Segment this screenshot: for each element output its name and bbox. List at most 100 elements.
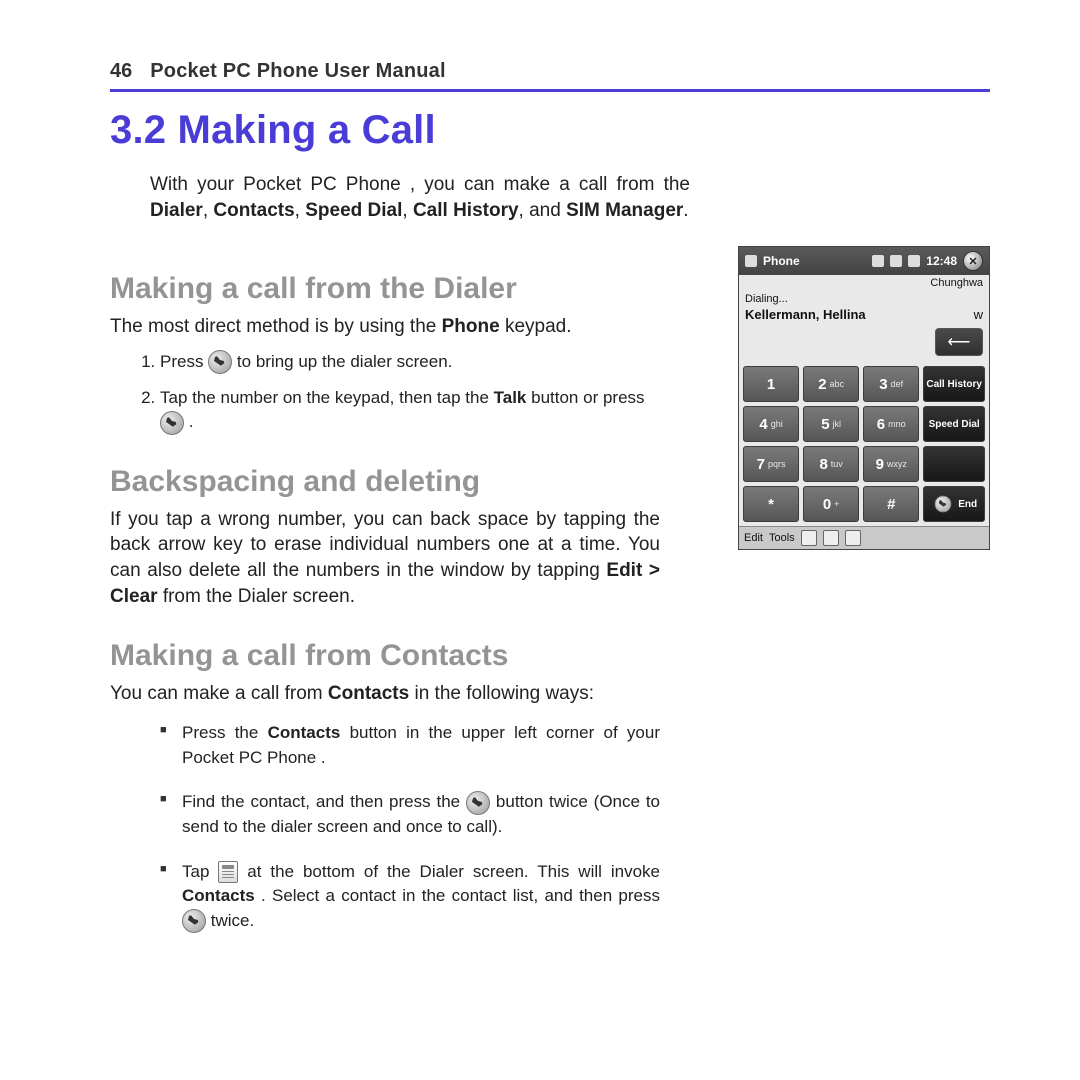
keypad-key: 1 [743,366,799,402]
running-title: Pocket PC Phone User Manual [150,60,445,83]
keypad-key: 5jkl [803,406,859,442]
phone-screenshot: Phone 12:48 ✕ Chunghwa Dialing... Keller… [738,246,990,550]
backspace-para: If you tap a wrong number, you can back … [110,507,660,610]
intro-text: With your Pocket PC Phone , you can make… [150,174,690,195]
sep: , [295,200,306,221]
bottombar-icon [801,530,817,546]
key-letters: mno [888,419,906,429]
sync-icon [890,255,902,267]
text: Find the contact, and then press the [182,792,466,811]
text: twice. [211,911,254,930]
key-digit: 8 [819,456,827,473]
running-header: 46 Pocket PC Phone User Manual [110,60,990,83]
contacts-para: You can make a call from Contacts in the… [110,681,660,707]
subhead-backspace: Backspacing and deleting [110,465,712,499]
keypad-key: 0+ [803,486,859,522]
sep: , [402,200,413,221]
bold-contacts: Contacts [328,683,409,704]
section-number: 3.2 [110,108,166,152]
keypad-key: 4 ghi [743,406,799,442]
section-title: Making a Call [178,108,436,152]
keypad-key: 9wxyz [863,446,919,482]
keypad-key: 8 tuv [803,446,859,482]
intro-bold-dialer: Dialer [150,200,203,221]
menu-edit: Edit [744,532,763,544]
text: . [189,412,194,431]
key-letters: def [891,379,904,389]
phone-bottombar: Edit Tools [739,526,989,549]
key-letters: pqrs [768,459,786,469]
keypad-side-button [923,446,985,482]
talk-button-icon [466,791,490,815]
talk-button-icon [182,909,206,933]
key-label: Speed Dial [929,419,980,430]
intro-bold-sim: SIM Manager [566,200,683,221]
text: in the following ways: [414,683,594,704]
section-heading: 3.2 Making a Call [110,108,990,153]
keypad-key: 6mno [863,406,919,442]
keypad-side-button: Speed Dial [923,406,985,442]
phone-app-title: Phone [763,254,800,268]
subhead-contacts: Making a call from Contacts [110,639,712,673]
talk-button-icon [208,350,232,374]
text: button or press [531,388,644,407]
keypad-key: 3 def [863,366,919,402]
text: Press the [182,723,268,742]
key-label: End [958,499,977,510]
keypad-key: * [743,486,799,522]
dialer-para: The most direct method is by using the P… [110,314,660,340]
close-icon: ✕ [963,251,983,271]
key-letters: wxyz [887,459,907,469]
key-letters: abc [830,379,845,389]
key-letters: tuv [831,459,843,469]
start-icon [745,255,757,267]
keypad-key: 2 abc [803,366,859,402]
keypad-key: 7pqrs [743,446,799,482]
keypad-key: # [863,486,919,522]
sep: , and [519,200,567,221]
key-digit: * [768,496,774,513]
step-1: Press to bring up the dialer screen. [160,350,660,375]
text: The most direct method is by using the [110,316,442,337]
text: from the Dialer screen. [163,586,355,607]
key-digit: 6 [877,416,885,433]
sep: . [683,200,688,221]
keypad-side-button: End [923,486,985,522]
bold-contacts: Contacts [268,723,341,742]
phone-clock: 12:48 [926,254,957,268]
step-2: Tap the number on the keypad, then tap t… [160,386,660,434]
bold-phone: Phone [442,316,500,337]
bullet-3: Tap at the bottom of the Dialer screen. … [160,860,660,934]
key-digit: 2 [818,376,826,393]
carrier-label: Chunghwa [739,275,989,291]
key-digit: 0 [823,496,831,513]
intro-bold-speeddial: Speed Dial [305,200,402,221]
bullet-2: Find the contact, and then press the but… [160,790,660,839]
keypad-side-button: Call History [923,366,985,402]
contact-name: Kellermann, Hellina [745,307,866,322]
text: If you tap a wrong number, you can back … [110,509,660,581]
bullet-1: Press the Contacts button in the upper l… [160,721,660,770]
key-digit: 7 [757,456,765,473]
header-rule [110,89,990,92]
contact-type-letter: w [974,307,983,322]
key-digit: 4 [759,416,767,433]
key-digit: 9 [876,456,884,473]
key-label: Call History [926,379,982,390]
phone-titlebar: Phone 12:48 ✕ [739,247,989,275]
signal-icon [872,255,884,267]
sep: , [203,200,214,221]
end-call-icon [935,496,952,513]
dialer-steps: Press to bring up the dialer screen. Tap… [138,350,660,435]
bottombar-icon [845,530,861,546]
intro-paragraph: With your Pocket PC Phone , you can make… [150,172,690,223]
text: Tap the number on the keypad, then tap t… [160,388,494,407]
text: You can make a call from [110,683,328,704]
text: . Select a contact in the contact list, … [261,886,660,905]
intro-bold-contacts: Contacts [213,200,294,221]
text: to bring up the dialer screen. [237,352,452,371]
contacts-bullets: Press the Contacts button in the upper l… [160,721,660,933]
key-letters: ghi [771,419,783,429]
call-status: Dialing... [745,293,788,305]
key-digit: 3 [879,376,887,393]
